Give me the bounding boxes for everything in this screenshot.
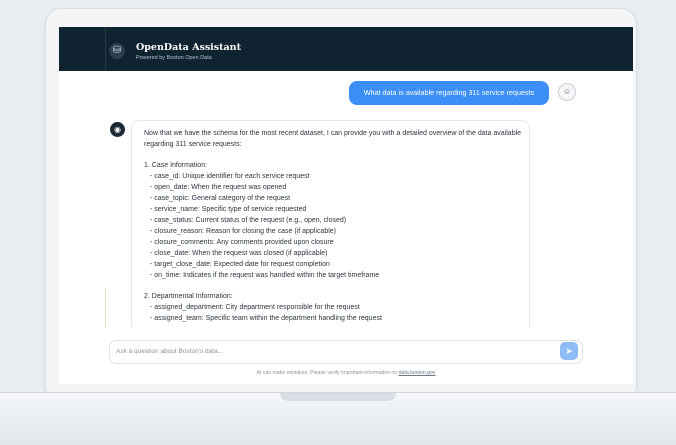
list-item: - assigned_team: Specific team within th… — [150, 315, 382, 322]
disclaimer: AI can make mistakes. Please verify impo… — [59, 370, 633, 376]
question-input-placeholder: Ask a question about Boston's data... — [116, 348, 224, 355]
database-icon: ⛁ — [109, 43, 125, 59]
app-subtitle: Powered by Boston Open Data — [136, 55, 212, 61]
question-input[interactable]: Ask a question about Boston's data... — [109, 340, 583, 364]
list-item: - closure_comments: Any comments provide… — [150, 239, 334, 246]
bot-icon: ◉ — [110, 122, 125, 137]
app-screen: ⛁ OpenData Assistant Powered by Boston O… — [59, 27, 633, 384]
user-icon: ☺ — [558, 83, 576, 101]
section-title: 2. Departmental Information: — [144, 293, 233, 300]
input-area: Ask a question about Boston's data... ➤ … — [59, 327, 633, 384]
laptop-base-lip — [280, 393, 396, 401]
header-divider — [105, 27, 106, 71]
list-item: - case_topic: General category of the re… — [150, 195, 291, 202]
send-button[interactable]: ➤ — [560, 342, 578, 360]
assistant-message-card: Now that we have the schema for the most… — [131, 120, 530, 338]
list-item: - open_date: When the request was opened — [150, 184, 287, 191]
list-item: - case_id: Unique identifier for each se… — [150, 173, 310, 180]
assistant-message-text: Now that we have the schema for the most… — [144, 128, 524, 324]
send-icon: ➤ — [565, 346, 573, 356]
data-boston-link[interactable]: data.boston.gov — [399, 370, 436, 376]
list-item: - on_time: Indicates if the request was … — [150, 272, 380, 279]
assistant-intro: Now that we have the schema for the most… — [144, 130, 522, 148]
laptop-base — [0, 392, 676, 445]
app-title: OpenData Assistant — [136, 42, 241, 53]
user-message-bubble: What data is available regarding 311 ser… — [349, 81, 549, 105]
list-item: - closure_reason: Reason for closing the… — [150, 228, 336, 235]
list-item: - service_name: Specific type of service… — [150, 206, 307, 213]
disclaimer-text: AI can make mistakes. Please verify impo… — [256, 370, 398, 376]
app-header: ⛁ OpenData Assistant Powered by Boston O… — [59, 27, 633, 71]
section-title: 1. Case Information: — [144, 162, 208, 169]
list-item: - case_status: Current status of the req… — [150, 217, 347, 224]
list-item: - close_date: When the request was close… — [150, 250, 328, 257]
list-item: - target_close_date: Expected date for r… — [150, 261, 330, 268]
list-item: - assigned_department: City department r… — [150, 304, 360, 311]
